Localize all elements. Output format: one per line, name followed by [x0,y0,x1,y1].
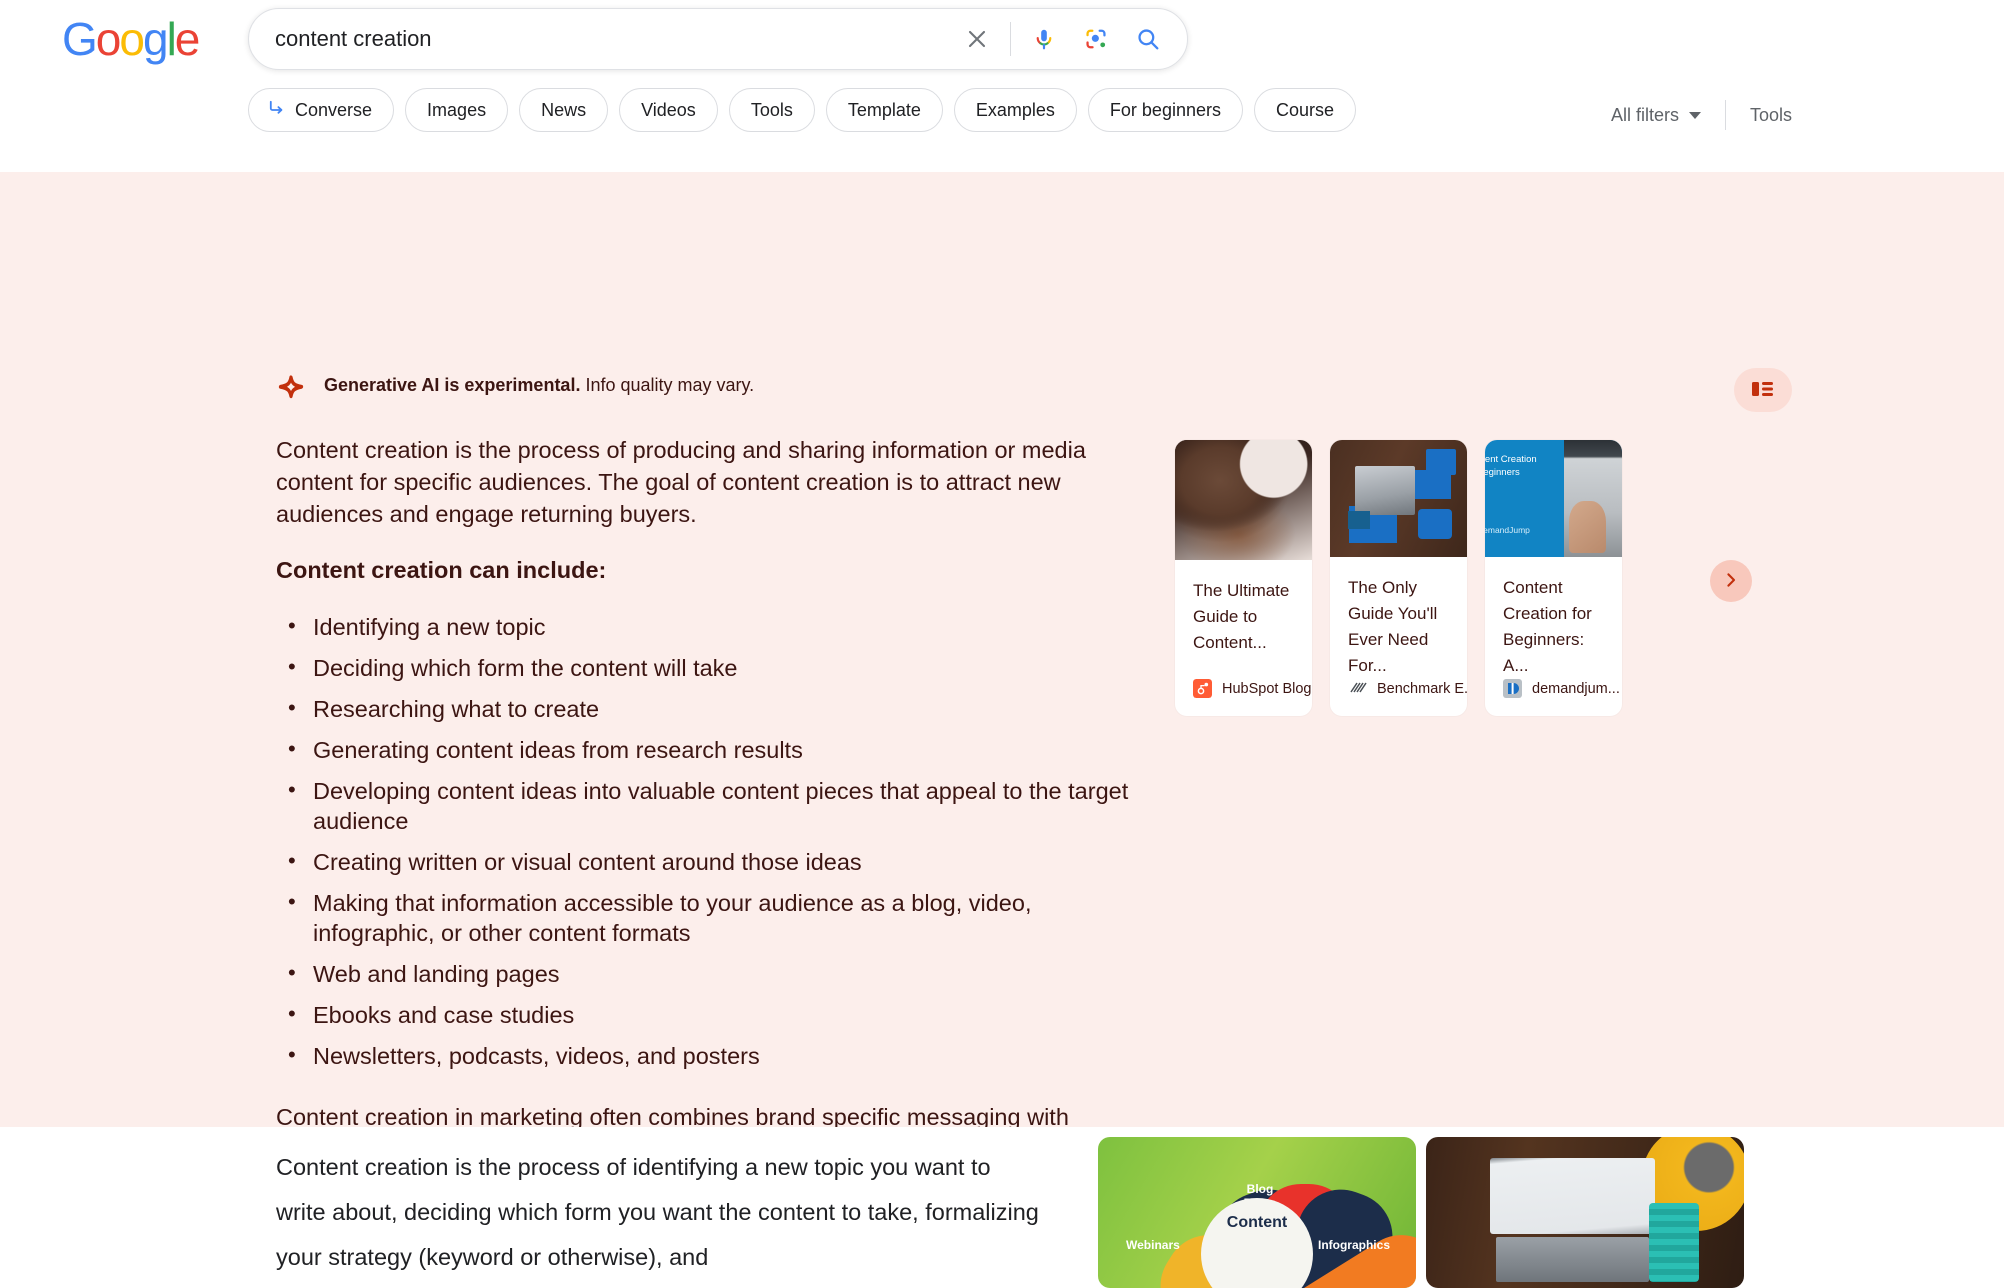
list-item: Creating written or visual content aroun… [276,846,1136,877]
source-card-carousel: The Ultimate Guide to Content... HubSpot… [1175,440,1622,716]
close-icon[interactable] [960,22,994,56]
source-card[interactable]: The Only Guide You'll Ever Need For... B… [1330,440,1467,716]
chip-label: Videos [641,99,696,120]
logo-letter: e [174,13,201,65]
all-filters-button[interactable]: All filters [1611,105,1725,126]
filters-toolbar: All filters Tools [1611,100,1792,130]
list-item: Making that information accessible to yo… [276,887,1136,948]
ai-answer-body: Content creation is the process of produ… [276,434,1136,1165]
logo-letter: o [119,13,145,65]
thumb-title-line-1: ntent Creation [1485,454,1537,465]
chip-converse[interactable]: Converse [248,88,395,132]
chip-videos[interactable]: Videos [619,88,718,132]
sparkle-icon [276,370,306,400]
smiling-woman-photo [1175,440,1312,560]
demandjump-favicon [1503,679,1522,699]
google-logo[interactable]: Google [62,12,201,66]
source-card[interactable]: The Ultimate Guide to Content... HubSpot… [1175,440,1312,716]
search-icon[interactable] [1131,22,1165,56]
microphone-icon[interactable] [1027,22,1061,56]
list-item: Researching what to create [276,693,1136,724]
chevron-right-icon [1721,570,1741,593]
chip-label: For beginners [1109,99,1221,120]
search-bar[interactable] [248,8,1188,70]
list-item: Ebooks and case studies [276,999,1136,1030]
logo-letter: g [142,13,169,65]
wheel-label: Infographics [1317,1238,1390,1252]
chip-label: Course [1275,99,1335,120]
card-thumbnail [1330,440,1467,558]
chip-for-beginners[interactable]: For beginners [1087,88,1243,132]
chip-tools[interactable]: Tools [728,88,815,132]
laptop-desk-photo[interactable] [1426,1137,1744,1288]
card-source: Benchmark E... [1330,679,1467,716]
generative-ai-panel: Generative AI is experimental. Info qual… [0,172,2004,1260]
chip-label: Examples [975,99,1055,120]
search-header: Google content creation Converse Images … [0,0,2004,172]
ai-paragraph-1: Content creation is the process of produ… [276,437,1086,527]
search-input[interactable] [275,26,960,52]
ai-disclaimer-rest: Info quality may vary. [580,374,755,395]
blue-title-card-photo: ntent Creation Beginners DemandJump [1485,440,1622,558]
logo-letter: l [166,13,177,65]
ai-bullet-list: Identifying a new topic Deciding which f… [276,611,1136,1071]
logo-letter: o [95,13,122,65]
card-title: Content Creation for Beginners: A... [1503,578,1592,676]
content-marketing-wheel-infographic[interactable]: Webinars Blog Posts Infographics Content [1098,1137,1416,1288]
chip-examples[interactable]: Examples [953,88,1077,132]
google-lens-icon[interactable] [1079,22,1113,56]
layout-view-toggle-button[interactable] [1734,368,1792,412]
ai-disclaimer-bold: Generative AI is experimental. [324,374,581,395]
card-title: The Ultimate Guide to Content... [1193,581,1290,652]
chevron-down-icon [1688,111,1701,119]
card-thumbnail [1175,440,1312,560]
all-filters-label: All filters [1610,104,1679,125]
chip-label: Converse [295,99,373,120]
chip-label: Tools [750,99,793,120]
filter-chip-row: Converse Images News Videos Tools Templa… [248,88,1357,132]
card-source-label: demandjum... [1532,680,1620,697]
card-source: demandjum... [1485,679,1622,716]
list-item: Identifying a new topic [276,611,1136,642]
organic-result-section: Content creation is the process of ident… [0,1127,2004,1288]
chip-images[interactable]: Images [405,88,509,132]
chip-news[interactable]: News [519,88,609,132]
hubspot-favicon [1193,679,1212,698]
chip-label: Images [427,99,487,120]
list-item: Generating content ideas from research r… [276,734,1136,765]
result-image-row: Webinars Blog Posts Infographics Content [1098,1137,1744,1288]
thumb-brand-label: DemandJump [1485,525,1530,536]
source-card[interactable]: ntent Creation Beginners DemandJump Cont… [1485,440,1622,716]
chip-label: Template [847,99,921,120]
search-divider [1010,22,1011,56]
wheel-label: Webinars [1126,1238,1180,1252]
thumb-title-line-2: Beginners [1485,467,1520,478]
chip-label: News [541,99,587,120]
benchmark-email-favicon [1348,679,1367,698]
ai-disclaimer: Generative AI is experimental. Info qual… [276,370,754,400]
card-source-label: HubSpot Blog [1222,680,1312,697]
logo-letter: G [62,13,98,65]
chip-template[interactable]: Template [825,88,943,132]
list-item: Developing content ideas into valuable c… [276,775,1136,836]
layout-view-icon [1752,380,1774,401]
ai-disclaimer-text: Generative AI is experimental. Info qual… [324,375,754,396]
card-thumbnail: ntent Creation Beginners DemandJump [1485,440,1622,558]
list-item: Newsletters, podcasts, videos, and poste… [276,1040,1136,1071]
carousel-next-button[interactable] [1710,560,1752,602]
card-source: HubSpot Blog [1175,679,1312,716]
ai-subheading: Content creation can include: [276,557,607,583]
list-item: Deciding which form the content will tak… [276,652,1136,683]
chip-course[interactable]: Course [1253,88,1357,132]
converse-arrow-icon [267,98,286,122]
organic-result-text: Content creation is the process of ident… [276,1154,1039,1270]
card-title: The Only Guide You'll Ever Need For... [1348,578,1438,676]
list-item: Web and landing pages [276,958,1136,989]
overhead-desk-laptops-photo [1330,440,1467,558]
card-source-label: Benchmark E... [1377,680,1467,697]
tools-button[interactable]: Tools [1726,105,1792,126]
